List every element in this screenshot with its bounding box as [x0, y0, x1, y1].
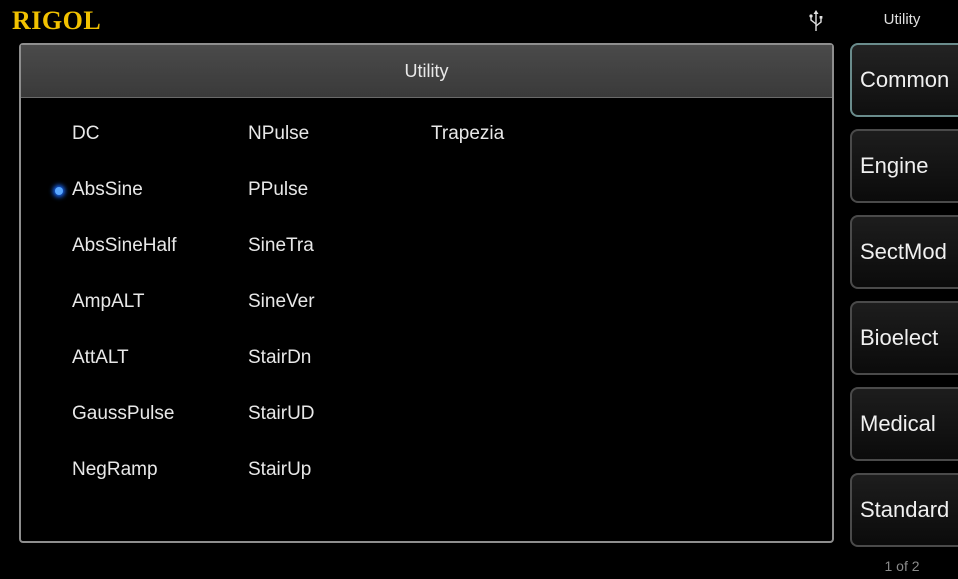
softkey-engine[interactable]: Engine	[850, 129, 958, 203]
usb-icon	[809, 10, 823, 31]
panel-title: Utility	[21, 45, 832, 98]
waveform-item[interactable]: SineTra	[248, 235, 314, 257]
waveform-item[interactable]: NPulse	[248, 123, 309, 145]
waveform-item[interactable]: StairDn	[248, 347, 311, 369]
waveform-item[interactable]: PPulse	[248, 179, 308, 201]
softkey-standard[interactable]: Standard	[850, 473, 958, 547]
page-indicator[interactable]: 1 of 2	[852, 558, 952, 574]
waveform-item[interactable]: AmpALT	[72, 291, 145, 313]
softkey-sectmod[interactable]: SectMod	[850, 215, 958, 289]
top-bar: RIGOL Utility	[0, 0, 958, 40]
waveform-item[interactable]: AbsSineHalf	[72, 235, 177, 257]
waveform-list: DC AbsSine AbsSineHalf AmpALT AttALT GaussPul…	[21, 97, 832, 537]
waveform-item[interactable]: StairUp	[248, 459, 311, 481]
waveform-item[interactable]: AbsSine	[72, 179, 143, 201]
softkey-bioelect[interactable]: Bioelect	[850, 301, 958, 375]
waveform-item[interactable]: DC	[72, 123, 99, 145]
waveform-item[interactable]: StairUD	[248, 403, 315, 425]
selected-indicator-icon	[55, 187, 63, 195]
waveform-item[interactable]: NegRamp	[72, 459, 158, 481]
softkey-medical[interactable]: Medical	[850, 387, 958, 461]
softkey-common[interactable]: Common	[850, 43, 958, 117]
brand-logo: RIGOL	[12, 6, 102, 35]
menu-title: Utility	[883, 11, 921, 28]
waveform-item[interactable]: SineVer	[248, 291, 315, 313]
waveform-item[interactable]: AttALT	[72, 347, 129, 369]
waveform-item[interactable]: GaussPulse	[72, 403, 174, 425]
waveform-item[interactable]: Trapezia	[431, 123, 504, 145]
utility-panel: Utility DC AbsSine AbsSineHalf AmpALT AttALT…	[19, 43, 834, 543]
